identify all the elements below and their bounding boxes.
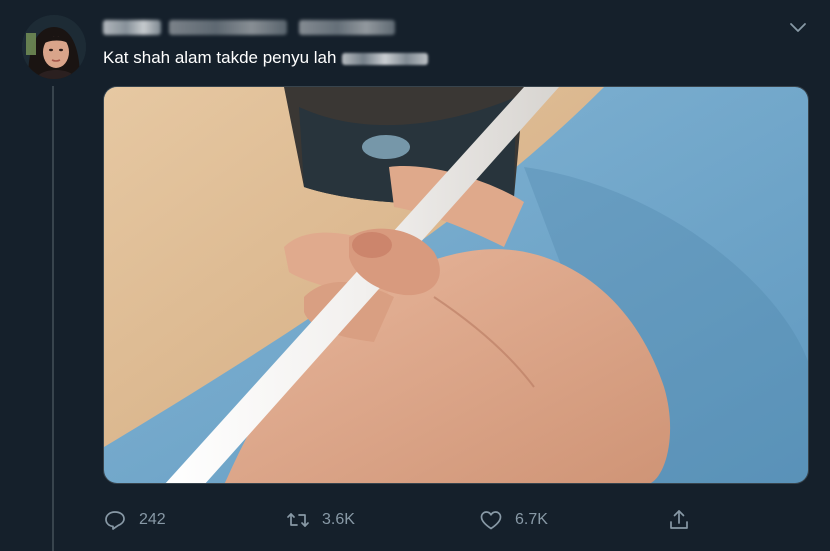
retweet-button[interactable]: 3.6K: [286, 506, 355, 534]
blurred-handle: [169, 20, 287, 35]
reply-count: 242: [139, 511, 166, 528]
chevron-down-icon: [790, 23, 806, 32]
tweet-image[interactable]: [103, 86, 809, 484]
tweet-text-content: Kat shah alam takde penyu lah: [103, 48, 337, 67]
blurred-display-name: [103, 20, 161, 35]
blurred-emoji: [342, 52, 429, 65]
tweet-text: Kat shah alam takde penyu lah: [103, 47, 429, 69]
tweet-menu-button[interactable]: [788, 20, 808, 36]
avatar-image: [22, 15, 86, 79]
retweet-icon: [287, 513, 309, 527]
share-button[interactable]: [667, 506, 691, 534]
reply-icon: [105, 511, 125, 530]
tweet-header: [103, 16, 703, 38]
tweet-actions: 242 3.6K 6.7K: [103, 506, 703, 534]
retweet-count: 3.6K: [322, 511, 355, 528]
avatar[interactable]: [22, 15, 86, 79]
heart-icon: [480, 511, 502, 530]
tweet-photo: [104, 87, 808, 483]
like-count: 6.7K: [515, 511, 548, 528]
reply-button[interactable]: 242: [103, 506, 166, 534]
share-icon: [670, 510, 688, 529]
thread-line: [52, 86, 54, 551]
blurred-timestamp: [299, 20, 395, 35]
like-button[interactable]: 6.7K: [479, 506, 548, 534]
